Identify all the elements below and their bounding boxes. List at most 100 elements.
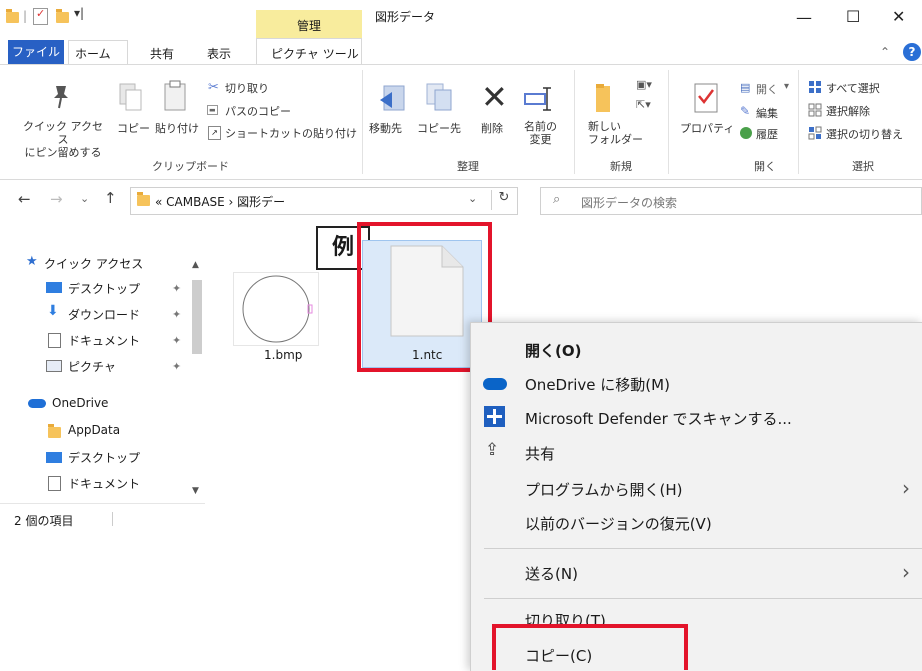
folder-icon — [48, 424, 61, 438]
forward-arrow-icon[interactable]: → — [50, 190, 63, 208]
move-to-button[interactable]: 移動先 — [369, 120, 402, 136]
tab-picture-tools[interactable]: ピクチャ ツール — [256, 38, 362, 65]
new-folder-button[interactable]: 新しい フォルダー — [588, 120, 643, 146]
delete-button[interactable]: 削除 — [481, 120, 503, 136]
copy-to-button[interactable]: コピー先 — [417, 120, 461, 136]
easy-access-icon[interactable]: ⇱▾ — [636, 98, 651, 111]
new-item-icon[interactable]: ▣▾ — [636, 78, 652, 91]
paste-shortcut-button[interactable]: ショートカットの貼り付け — [225, 125, 357, 141]
scissors-icon: ✂ — [208, 80, 219, 95]
properties-button[interactable]: プロパティ — [680, 120, 734, 136]
open-button[interactable]: 開く — [756, 81, 778, 97]
nav-scrollbar[interactable]: ▲ ▼ — [190, 260, 203, 500]
recent-dropdown-icon[interactable]: ⌄ — [80, 192, 89, 205]
scroll-thumb[interactable] — [192, 280, 202, 354]
group-separator — [668, 70, 669, 174]
nav-onedrive-documents[interactable]: ドキュメント — [68, 475, 140, 492]
maximize-button[interactable]: ☐ — [846, 7, 860, 26]
move-to-icon — [378, 84, 408, 117]
submenu-chevron-icon: › — [902, 476, 910, 500]
minimize-button[interactable]: — — [796, 8, 812, 27]
menu-item-send-to[interactable]: 送る(N) — [525, 563, 578, 584]
quick-access-dropdown-icon[interactable]: ▾| — [74, 6, 84, 20]
pin-icon — [48, 82, 74, 110]
group-organize-label: 整理 — [457, 160, 479, 173]
search-input[interactable]: 図形データの検索 — [581, 194, 677, 211]
address-dropdown-icon[interactable]: ⌄ — [468, 192, 477, 205]
select-none-button[interactable]: 選択解除 — [826, 103, 870, 119]
up-arrow-icon[interactable]: ↑ — [104, 189, 117, 207]
highlight-box-copy — [492, 624, 688, 670]
menu-item-open-with[interactable]: プログラムから開く(H) — [525, 479, 683, 500]
submenu-chevron-icon: › — [902, 560, 910, 584]
back-arrow-icon[interactable]: ← — [18, 190, 31, 208]
group-separator — [362, 70, 363, 174]
status-separator — [112, 512, 113, 526]
select-all-icon — [808, 80, 822, 97]
menu-item-restore-versions[interactable]: 以前のバージョンの復元(V) — [525, 513, 712, 534]
copy-icon — [118, 82, 144, 115]
nav-documents[interactable]: ドキュメント — [68, 332, 140, 349]
paste-button[interactable]: 貼り付け — [155, 120, 199, 136]
edit-button[interactable]: 編集 — [756, 105, 778, 121]
defender-shield-icon — [484, 406, 505, 427]
documents-icon — [48, 333, 61, 348]
circle-image-icon — [242, 275, 313, 343]
onedrive-icon — [483, 378, 507, 390]
new-folder-quick-icon[interactable] — [56, 9, 69, 23]
nav-downloads[interactable]: ダウンロード — [68, 306, 140, 323]
nav-onedrive[interactable]: OneDrive — [52, 396, 108, 410]
scroll-up-icon[interactable]: ▲ — [192, 260, 199, 270]
menu-item-open[interactable]: 開く(O) — [525, 340, 581, 361]
tab-share[interactable]: 共有 — [150, 45, 174, 62]
invert-selection-button[interactable]: 選択の切り替え — [826, 126, 903, 142]
share-icon: ⇪ — [485, 440, 500, 460]
window-title: 図形データ — [375, 10, 436, 24]
search-box[interactable]: ⌕ 図形データの検索 — [540, 187, 922, 215]
tab-file[interactable]: ファイル — [8, 40, 64, 64]
open-dropdown-icon[interactable]: ▾ — [784, 81, 789, 92]
collapse-ribbon-icon[interactable]: ⌃ — [880, 45, 890, 59]
copy-button[interactable]: コピー — [117, 120, 150, 136]
address-bar[interactable]: « CAMBASE › 図形デー — [130, 187, 518, 215]
desktop-icon — [46, 452, 62, 463]
menu-item-defender-scan[interactable]: Microsoft Defender でスキャンする... — [525, 408, 792, 429]
pin-icon: ✦ — [172, 282, 182, 295]
tab-view[interactable]: 表示 — [207, 45, 231, 62]
menu-item-share[interactable]: 共有 — [525, 443, 555, 464]
pin-icon: ✦ — [172, 360, 182, 373]
nav-onedrive-appdata[interactable]: AppData — [68, 423, 120, 437]
manage-tab[interactable]: 管理 — [256, 10, 362, 38]
history-icon — [740, 127, 752, 139]
star-icon: ★ — [26, 254, 38, 269]
help-icon[interactable]: ? — [903, 43, 921, 61]
group-separator — [574, 70, 575, 174]
tab-home-frame — [68, 40, 128, 66]
pin-quick-access-button[interactable]: クイック アクセス にピン留めする — [18, 120, 108, 159]
rename-button[interactable]: 名前の 変更 — [524, 120, 557, 146]
cloud-icon — [28, 399, 46, 408]
file-label-bmp[interactable]: 1.bmp — [264, 348, 302, 362]
open-icon: ▤ — [740, 81, 751, 94]
properties-quick-icon[interactable]: ✓ — [33, 7, 48, 25]
scroll-down-icon[interactable]: ▼ — [192, 486, 199, 496]
history-button[interactable]: 履歴 — [756, 126, 778, 142]
refresh-icon[interactable]: ↻ — [491, 190, 516, 210]
menu-separator — [484, 548, 922, 549]
folder-icon — [137, 192, 150, 206]
cut-button[interactable]: 切り取り — [225, 80, 269, 96]
group-separator — [798, 70, 799, 174]
nav-onedrive-desktop[interactable]: デスクトップ — [68, 449, 140, 466]
nav-desktop[interactable]: デスクトップ — [68, 280, 140, 297]
nav-pictures[interactable]: ピクチャ — [68, 358, 116, 375]
nav-quick-access[interactable]: クイック アクセス — [44, 255, 143, 272]
file-thumbnail-bmp[interactable] — [233, 272, 319, 346]
properties-icon — [693, 80, 721, 117]
download-icon: ⬇ — [47, 303, 59, 319]
close-button[interactable]: ✕ — [892, 7, 905, 26]
select-all-button[interactable]: すべて選択 — [826, 80, 880, 96]
copy-path-button[interactable]: パスのコピー — [225, 103, 291, 119]
pictures-icon — [46, 360, 62, 372]
documents-icon — [48, 476, 61, 491]
menu-item-onedrive-move[interactable]: OneDrive に移動(M) — [525, 374, 670, 395]
